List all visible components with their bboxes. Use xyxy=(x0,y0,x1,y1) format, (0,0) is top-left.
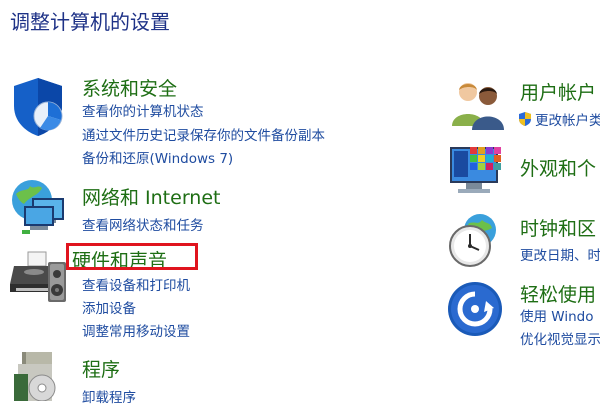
link-add-device[interactable]: 添加设备 xyxy=(82,297,136,317)
printer-speaker-icon xyxy=(8,248,70,310)
link-view-computer-status[interactable]: 查看你的计算机状态 xyxy=(82,100,204,120)
category-ease-of-access[interactable]: 轻松使用 xyxy=(520,280,596,307)
link-optimize-display[interactable]: 优化视觉显示 xyxy=(520,328,600,348)
category-clock-region[interactable]: 时钟和区 xyxy=(520,214,596,241)
link-change-account-type-label: 更改帐户类 xyxy=(535,113,600,129)
link-mobility-settings[interactable]: 调整常用移动设置 xyxy=(82,320,190,340)
highlight-box xyxy=(66,243,198,270)
users-icon xyxy=(448,78,506,134)
category-programs[interactable]: 程序 xyxy=(82,355,120,382)
link-devices-printers[interactable]: 查看设备和打印机 xyxy=(82,274,190,294)
programs-disc-icon xyxy=(12,350,66,405)
link-file-history-backup[interactable]: 通过文件历史记录保存你的文件备份副本 xyxy=(82,124,325,144)
link-change-account-type[interactable]: 更改帐户类 xyxy=(518,109,600,131)
link-network-status[interactable]: 查看网络状态和任务 xyxy=(82,214,204,234)
link-uninstall-program[interactable]: 卸载程序 xyxy=(82,386,136,406)
category-user-accounts[interactable]: 用户帐户 xyxy=(520,78,596,105)
link-use-windows[interactable]: 使用 Windo xyxy=(520,305,593,325)
network-globe-icon xyxy=(8,178,72,240)
page-title: 调整计算机的设置 xyxy=(10,10,170,34)
clock-globe-icon xyxy=(446,212,504,272)
link-change-date-time[interactable]: 更改日期、时 xyxy=(520,244,600,264)
appearance-monitor-icon xyxy=(448,143,506,203)
link-backup-restore[interactable]: 备份和还原(Windows 7) xyxy=(82,147,233,167)
uac-shield-icon xyxy=(518,111,532,131)
shield-icon xyxy=(10,76,66,142)
ease-of-access-icon xyxy=(446,280,504,342)
category-appearance[interactable]: 外观和个 xyxy=(520,154,596,181)
category-system-security[interactable]: 系统和安全 xyxy=(82,74,177,101)
category-network-internet[interactable]: 网络和 Internet xyxy=(82,183,220,210)
